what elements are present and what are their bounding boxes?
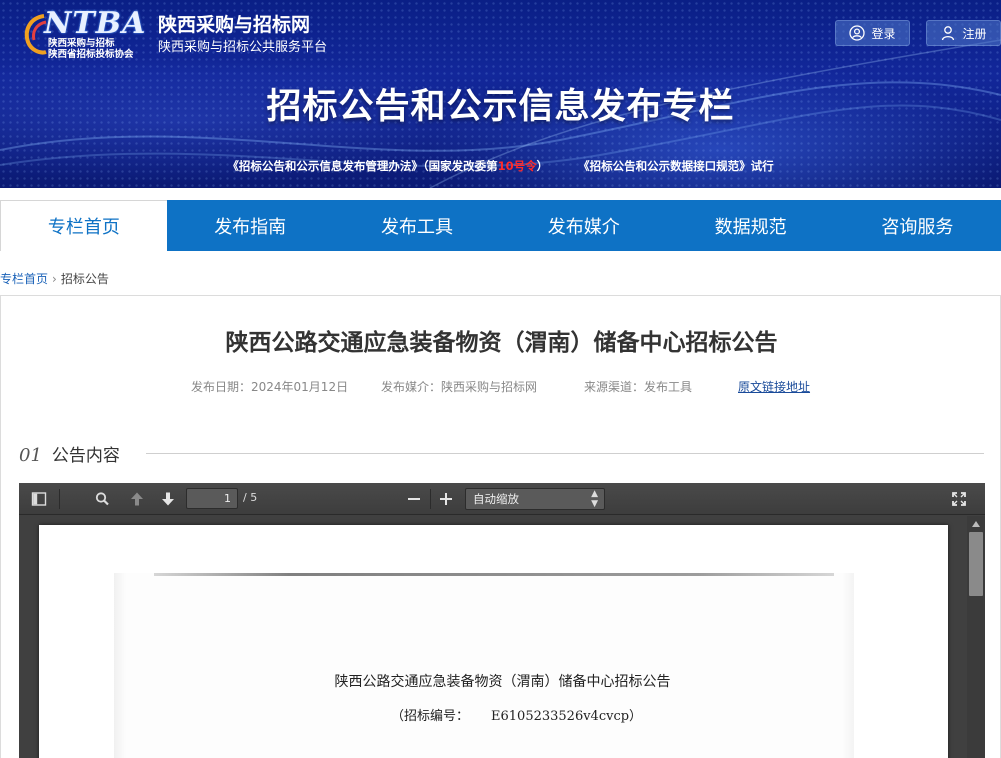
- zoom-in-icon[interactable]: [437, 490, 455, 508]
- publish-media: 发布媒介：陕西采购与招标网: [381, 380, 538, 394]
- pdf-doc-number: （招标编号： E6105233526v4cvcp）: [391, 705, 642, 724]
- main-nav: 专栏首页 发布指南 发布工具 发布媒介 数据规范 咨询服务: [0, 200, 1001, 251]
- register-label: 注册: [962, 26, 987, 41]
- pdf-doc-number-label: （招标编号：: [391, 709, 470, 724]
- login-label: 登录: [871, 26, 896, 41]
- section-header: 01 公告内容: [19, 441, 120, 466]
- scanned-sheet: [114, 573, 854, 758]
- header-banner: NTBA 陕西采购与招标 陕西省招标投标协会 陕西采购与招标网 陕西采购与招标公…: [0, 0, 1001, 188]
- user-icon: [942, 26, 955, 41]
- site-subtitle: 陕西采购与招标公共服务平台: [158, 40, 328, 55]
- breadcrumb: 专栏首页 › 招标公告: [0, 270, 109, 287]
- next-page-icon[interactable]: [159, 490, 177, 508]
- nav-guide[interactable]: 发布指南: [167, 200, 334, 251]
- login-button[interactable]: 登录: [835, 20, 910, 46]
- banner-notes: 《招标公告和公示信息发布管理办法》（国家发改委第10号令） 《招标公告和公示数据接…: [0, 158, 1001, 174]
- regulation-text: 《招标公告和公示信息发布管理办法》（国家发改委第: [227, 159, 498, 173]
- pdf-viewer: 1 / 5 自动缩放 ▲ ▼ 陕西公路交通应急装备物资（渭南）储备中心招标公告 …: [19, 483, 985, 758]
- section-number: 01: [19, 445, 42, 466]
- pdf-doc-number-value: E6105233526v4cvcp）: [491, 709, 643, 724]
- pdf-scrollbar[interactable]: [967, 516, 985, 758]
- register-button[interactable]: 注册: [926, 20, 1001, 46]
- banner-title: 招标公告和公示信息发布专栏: [266, 87, 735, 127]
- section-label: 公告内容: [51, 446, 120, 466]
- pdf-page: 陕西公路交通应急装备物资（渭南）储备中心招标公告 （招标编号： E61052335…: [39, 525, 948, 758]
- pdf-toolbar: 1 / 5 自动缩放 ▲ ▼: [19, 483, 985, 515]
- sidebar-toggle-icon[interactable]: [30, 490, 48, 508]
- breadcrumb-home[interactable]: 专栏首页: [0, 270, 48, 287]
- regulation-close: ）: [536, 159, 549, 173]
- page-total: / 5: [243, 491, 258, 504]
- publish-date: 发布日期：2024年01月12日: [191, 380, 349, 394]
- article-title: 陕西公路交通应急装备物资（渭南）储备中心招标公告: [225, 330, 778, 356]
- nav-tools[interactable]: 发布工具: [334, 200, 501, 251]
- site-title: 陕西采购与招标网: [158, 14, 311, 36]
- article-container: 陕西公路交通应急装备物资（渭南）储备中心招标公告 发布日期：2024年01月12…: [0, 295, 1001, 758]
- scrollbar-thumb[interactable]: [969, 532, 983, 596]
- search-icon[interactable]: [93, 490, 111, 508]
- zoom-select[interactable]: 自动缩放 ▲ ▼: [465, 488, 605, 510]
- logo-org-line2: 陕西省招标投标协会: [48, 49, 134, 60]
- chevron-right-icon: ›: [52, 271, 57, 286]
- regulation-link[interactable]: 《招标公告和公示信息发布管理办法》（国家发改委第10号令）: [227, 159, 548, 173]
- regulation-number: 10号令: [497, 159, 537, 173]
- section-divider: [146, 453, 984, 454]
- scan-edge-line: [154, 573, 834, 576]
- breadcrumb-current: 招标公告: [60, 272, 109, 286]
- nav-home[interactable]: 专栏首页: [0, 200, 167, 251]
- fullscreen-icon[interactable]: [950, 490, 968, 508]
- scroll-up-icon[interactable]: [971, 519, 981, 529]
- pdf-doc-title: 陕西公路交通应急装备物资（渭南）储备中心招标公告: [334, 674, 671, 690]
- user-circle-icon: [849, 25, 866, 41]
- data-spec-link[interactable]: 《招标公告和公示数据接口规范》试行: [578, 159, 774, 173]
- page-number-input[interactable]: 1: [186, 488, 238, 509]
- previous-page-icon[interactable]: [128, 490, 146, 508]
- nav-media[interactable]: 发布媒介: [500, 200, 667, 251]
- nav-data-spec[interactable]: 数据规范: [667, 200, 834, 251]
- original-link[interactable]: 原文链接地址: [738, 378, 810, 395]
- zoom-value: 自动缩放: [473, 492, 519, 506]
- select-arrows-icon: ▲ ▼: [591, 489, 598, 509]
- source-channel: 来源渠道：发布工具: [584, 380, 693, 394]
- nav-consult[interactable]: 咨询服务: [834, 200, 1001, 251]
- zoom-out-icon[interactable]: [405, 490, 423, 508]
